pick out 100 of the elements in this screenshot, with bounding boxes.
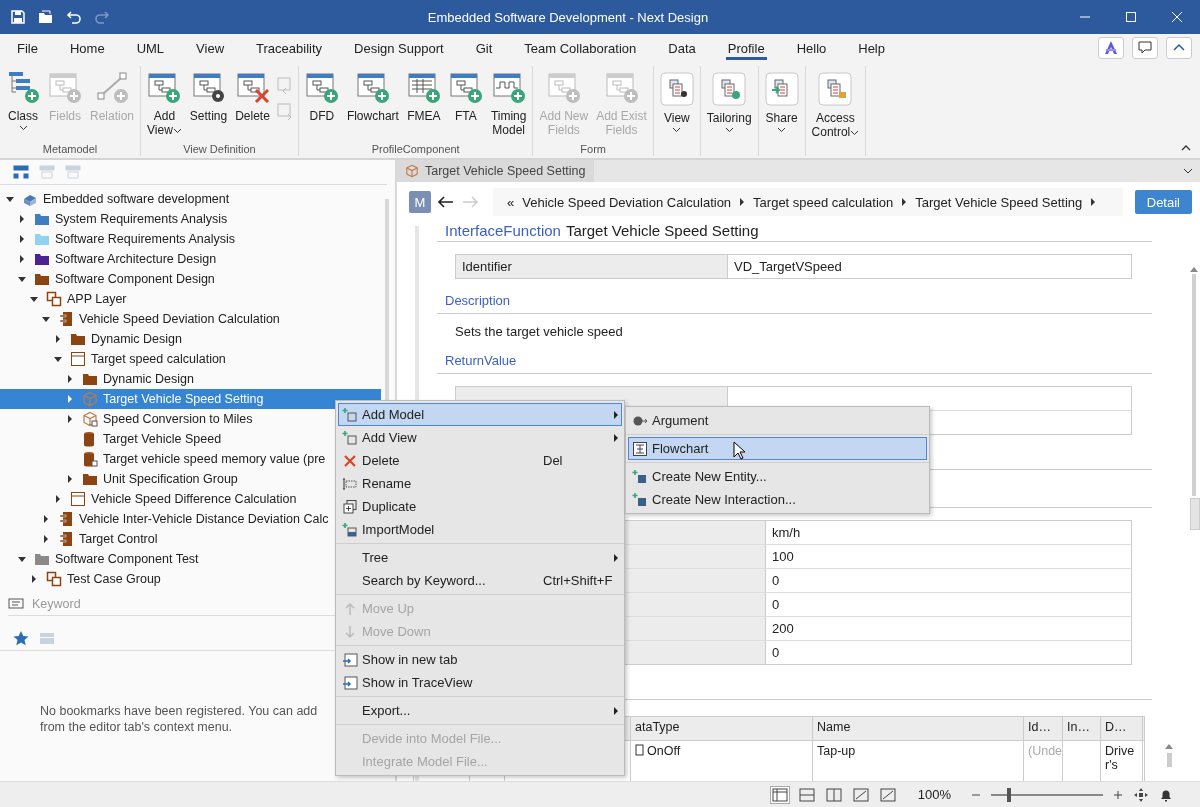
side-panel-handle[interactable]: [1190, 498, 1200, 530]
expand-arrow-icon[interactable]: [17, 214, 27, 224]
collapse-ribbon-button[interactable]: [1166, 37, 1192, 59]
zoom-in-icon[interactable]: [1112, 788, 1124, 801]
ribbon-tab[interactable]: Hello: [780, 34, 843, 62]
breadcrumb-item[interactable]: Vehicle Speed Deviation Calculation: [522, 194, 732, 210]
tree-node[interactable]: Software Component Design: [0, 269, 218, 289]
ribbon-tab[interactable]: Design Support: [338, 34, 460, 62]
ribbon-button[interactable]: Timing Model: [487, 70, 530, 141]
ribbon-button[interactable]: FTA: [445, 70, 486, 141]
column-header[interactable]: ataType: [631, 717, 813, 740]
tree-node[interactable]: Dynamic Design: [0, 329, 185, 349]
tree-node[interactable]: Vehicle Speed Difference Calculation: [0, 489, 300, 509]
scroll-up-icon[interactable]: [1165, 743, 1173, 749]
fit-icon[interactable]: [1133, 786, 1149, 803]
back-arrow-icon[interactable]: [437, 195, 455, 209]
expand-arrow-icon[interactable]: [17, 234, 27, 244]
column-header[interactable]: Name: [813, 717, 1024, 740]
ribbon-tab[interactable]: Help: [842, 34, 901, 62]
scrollbar[interactable]: [1164, 743, 1174, 767]
ribbon-button[interactable]: Flowchart: [343, 70, 402, 141]
ribbon-button[interactable]: Add View: [144, 70, 185, 141]
layout-icon[interactable]: [770, 786, 789, 803]
menu-item[interactable]: Flowchart: [628, 437, 927, 460]
ribbon-button[interactable]: Delete: [232, 70, 273, 141]
ribbon-button[interactable]: FMEA: [403, 70, 444, 141]
expand-arrow-icon[interactable]: [53, 494, 63, 504]
ribbon-tab[interactable]: Profile: [711, 34, 781, 62]
scroll-up-icon[interactable]: [1190, 266, 1198, 272]
tree-node[interactable]: Software Requirements Analysis: [0, 229, 238, 249]
tree-node[interactable]: Target speed calculation: [0, 349, 229, 369]
ribbon-tab[interactable]: Home: [53, 34, 121, 62]
logo-button[interactable]: [1098, 37, 1124, 59]
menu-item[interactable]: Add View: [338, 426, 622, 449]
zoom-slider[interactable]: [991, 787, 1103, 802]
expand-arrow-icon[interactable]: [65, 374, 75, 384]
menu-item[interactable]: Add Model: [338, 403, 622, 426]
column-header[interactable]: In…: [1063, 717, 1101, 740]
ribbon-button[interactable]: Setting: [186, 70, 231, 141]
ribbon-tab[interactable]: Traceability: [240, 34, 339, 62]
tree-node[interactable]: Software Component Test: [0, 549, 202, 569]
collapse-arrow-icon[interactable]: [5, 194, 15, 204]
tree-node[interactable]: Unit Specification Group: [0, 469, 241, 489]
menu-item[interactable]: Tree: [338, 546, 622, 569]
tree-node[interactable]: Target Vehicle Speed Setting: [0, 389, 381, 409]
tree-node[interactable]: Embedded software development: [0, 189, 233, 209]
ribbon-button[interactable]: Tailoring: [703, 70, 755, 156]
menu-item[interactable]: Show in TraceView: [338, 671, 622, 694]
ribbon-button[interactable]: Class: [3, 70, 43, 141]
tree-node[interactable]: Speed Conversion to Miles: [0, 409, 256, 429]
ribbon-button[interactable]: DFD: [301, 70, 342, 141]
ribbon-tab[interactable]: Git: [459, 34, 509, 62]
menu-item[interactable]: Rename: [338, 472, 622, 495]
editor-tab[interactable]: Target Vehicle Speed Setting: [397, 160, 594, 182]
tree-node[interactable]: Target Vehicle Speed: [0, 429, 225, 449]
ribbon-tab[interactable]: View: [180, 34, 241, 62]
collapse-arrow-icon[interactable]: [53, 354, 63, 364]
layout-icon[interactable]: [878, 786, 897, 803]
tree-node[interactable]: Target vehicle speed memory value (pre: [0, 449, 329, 469]
ribbon-button[interactable]: View: [656, 70, 697, 156]
column-header[interactable]: D…: [1101, 717, 1143, 740]
ribbon-tab[interactable]: File: [1, 34, 54, 62]
breadcrumb-overflow[interactable]: «: [507, 194, 515, 210]
expand-arrow-icon[interactable]: [17, 254, 27, 264]
ribbon-tab[interactable]: Team Collaboration: [508, 34, 653, 62]
menu-item[interactable]: Duplicate: [338, 495, 622, 518]
menu-item[interactable]: Show in new tab: [338, 648, 622, 671]
comment-button[interactable]: [1132, 37, 1158, 59]
expand-arrow-icon[interactable]: [29, 574, 39, 584]
menu-item[interactable]: Create New Interaction...: [628, 488, 927, 511]
tree-node[interactable]: System Requirements Analysis: [0, 209, 231, 229]
ribbon-tab[interactable]: Data: [652, 34, 712, 62]
tree-node[interactable]: Vehicle Speed Deviation Calculation: [0, 309, 283, 329]
hierarchy-icon[interactable]: [12, 164, 30, 180]
menu-item[interactable]: ImportModel: [338, 518, 622, 541]
expand-arrow-icon[interactable]: [41, 514, 51, 524]
tree-node[interactable]: APP Layer: [0, 289, 130, 309]
expand-arrow-icon[interactable]: [65, 474, 75, 484]
layout-icon[interactable]: [824, 786, 843, 803]
ribbon-tab[interactable]: UML: [120, 34, 181, 62]
tree-node[interactable]: Test Case Group: [0, 569, 164, 589]
ribbon-button[interactable]: Access Control: [808, 70, 863, 156]
breadcrumb-item[interactable]: Target Vehicle Speed Setting: [915, 194, 1083, 210]
collapse-arrow-icon[interactable]: [41, 314, 51, 324]
layout-icon[interactable]: [851, 786, 870, 803]
expand-arrow-icon[interactable]: [53, 334, 63, 344]
menu-item[interactable]: Create New Entity...: [628, 465, 927, 488]
collapse-arrow-icon[interactable]: [29, 294, 39, 304]
menu-item[interactable]: Delete Del: [338, 449, 622, 472]
menu-item[interactable]: Search by Keyword... Ctrl+Shift+F: [338, 569, 622, 592]
expand-arrow-icon[interactable]: [41, 534, 51, 544]
tree-node[interactable]: Target Control: [0, 529, 161, 549]
layout-icon[interactable]: [797, 786, 816, 803]
menu-item[interactable]: Export...: [338, 699, 622, 722]
breadcrumb-item[interactable]: Target speed calculation: [753, 194, 894, 210]
detail-button[interactable]: Detail: [1134, 190, 1192, 214]
collapse-arrow-icon[interactable]: [17, 274, 27, 284]
star-icon[interactable]: [12, 630, 30, 646]
expand-arrow-icon[interactable]: [65, 414, 75, 424]
tree-node[interactable]: Vehicle Inter-Vehicle Distance Deviation Calc: [0, 509, 332, 529]
